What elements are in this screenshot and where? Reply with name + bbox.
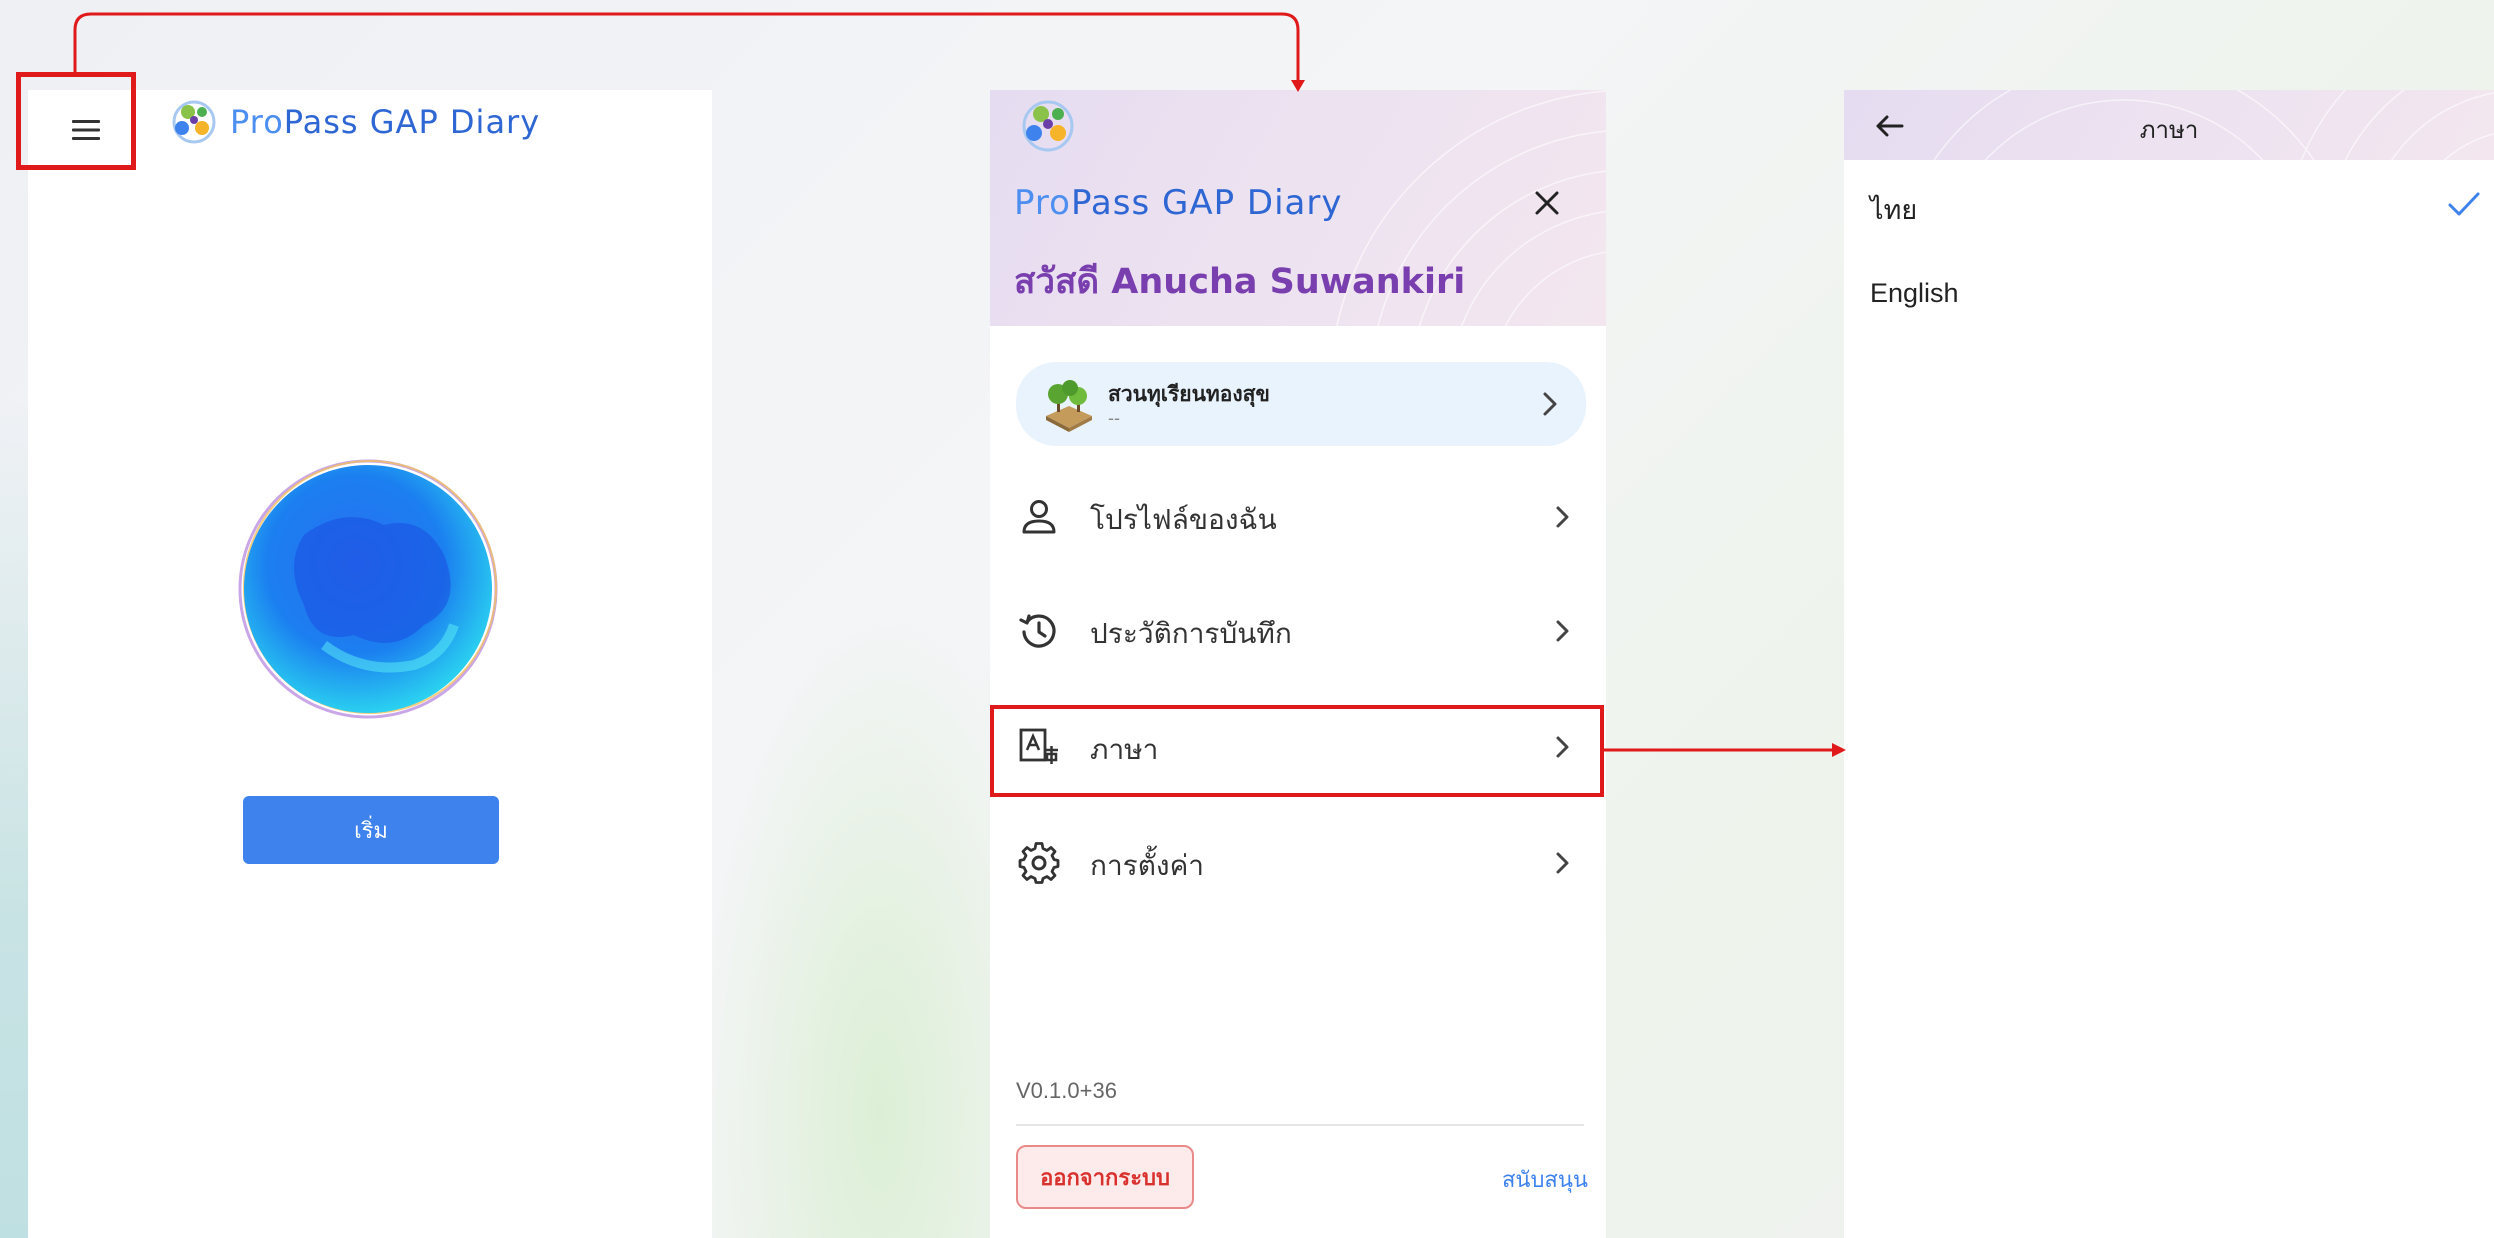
app-brand-name: ProPass GAP Diary [230, 103, 541, 141]
person-icon [1022, 500, 1056, 534]
chevron-right-icon [1556, 852, 1569, 874]
history-icon [1019, 614, 1056, 648]
start-button[interactable]: เริ่ม [243, 796, 499, 864]
background-decoration [700, 600, 1000, 1238]
divider [1016, 1124, 1584, 1126]
menu-item-label: ประวัติการบันทึก [1090, 618, 1292, 649]
drawer-header: ProPass GAP Diary สวัสดี Anucha Suwankir… [990, 90, 1606, 326]
globe-illustration [238, 459, 498, 719]
farm-name: สวนทุเรียนทองสุข [1108, 383, 1270, 406]
app-brand-name: ProPass GAP Diary [1014, 183, 1343, 223]
menu-item-history[interactable]: ประวัติการบันทึก [990, 584, 1606, 676]
language-header: ภาษา [1844, 90, 2494, 160]
chevron-right-icon [1556, 506, 1569, 528]
connector-menu-to-drawer [73, 12, 1300, 80]
menu-item-profile[interactable]: โปรไฟล์ของฉัน [990, 470, 1606, 562]
app-version: V0.1.0+36 [1016, 1078, 1117, 1103]
language-option-thai[interactable]: ไทย [1844, 164, 2494, 244]
chevron-right-icon [1556, 620, 1569, 642]
menu-item-label: โปรไฟล์ของฉัน [1090, 504, 1277, 535]
check-icon [2448, 192, 2480, 216]
logout-button[interactable]: ออกจากระบบ [1016, 1145, 1194, 1209]
greeting-text: สวัสดี Anucha Suwankiri [1014, 262, 1466, 302]
farm-selector[interactable]: สวนทุเรียนทองสุข -- [1016, 362, 1586, 446]
farm-icon [1046, 380, 1092, 432]
language-option-english[interactable]: English [1844, 254, 2494, 334]
close-icon[interactable] [1526, 182, 1568, 224]
page-title: ภาษา [2139, 117, 2199, 144]
farm-subtitle: -- [1108, 408, 1120, 428]
language-screen: ภาษา ไทย English [1844, 90, 2494, 1238]
home-screen: ProPass GAP Diary เริ่ม [28, 90, 712, 1238]
propass-logo [172, 100, 216, 144]
highlight-language-item [990, 705, 1604, 797]
highlight-menu-button [16, 72, 136, 170]
menu-item-label: การตั้งค่า [1090, 850, 1205, 881]
support-link[interactable]: สนับสนุน [1502, 1162, 1588, 1197]
language-option-label: ไทย [1870, 195, 1918, 225]
chevron-right-icon [1543, 392, 1557, 416]
navigation-drawer: ProPass GAP Diary สวัสดี Anucha Suwankir… [990, 90, 1606, 1238]
gear-icon [1018, 842, 1060, 884]
language-option-label: English [1870, 278, 1959, 308]
propass-logo [1022, 100, 1074, 152]
menu-item-settings[interactable]: การตั้งค่า [990, 816, 1606, 908]
